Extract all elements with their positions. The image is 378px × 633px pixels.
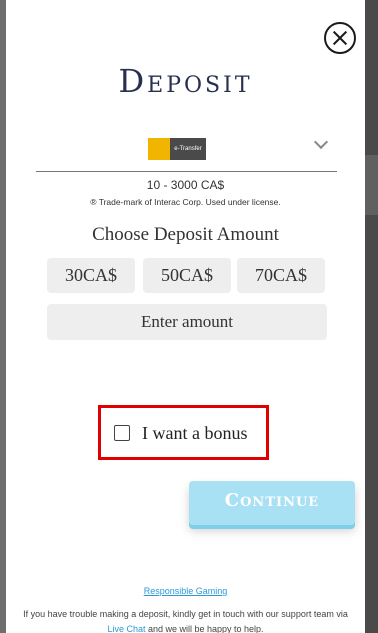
choose-amount-label: Choose Deposit Amount [92,224,279,245]
deposit-range: 10 - 3000 CA$ [146,178,225,192]
close-icon[interactable] [324,22,356,54]
continue-button[interactable]: Continue [189,481,355,525]
payment-method-select[interactable]: e-Transfer [36,128,337,172]
amount-button-30[interactable]: 30CA$ [47,258,135,293]
responsible-gaming-link[interactable]: Responsible Gaming [6,586,365,596]
support-note-text: If you have trouble making a deposit, ki… [23,609,348,619]
amount-button-50[interactable]: 50CA$ [143,258,231,293]
bonus-checkbox[interactable] [114,425,130,441]
bonus-label[interactable]: I want a bonus [142,423,247,444]
chevron-down-icon[interactable] [313,134,329,150]
background-overlay [365,0,378,633]
live-chat-link[interactable]: Live Chat [107,624,145,633]
page-title: Deposit [118,62,253,100]
support-note: If you have trouble making a deposit, ki… [14,607,357,633]
trademark-note: ® Trade-mark of Interac Corp. Used under… [90,197,281,207]
amount-button-70[interactable]: 70CA$ [237,258,325,293]
interac-logo: e-Transfer [148,138,206,160]
amount-input[interactable]: Enter amount [47,304,327,340]
support-note-text-end: and we will be happy to help. [145,624,264,633]
deposit-modal: Deposit e-Transfer 10 - 3000 CA$ ® Trade… [6,0,365,633]
